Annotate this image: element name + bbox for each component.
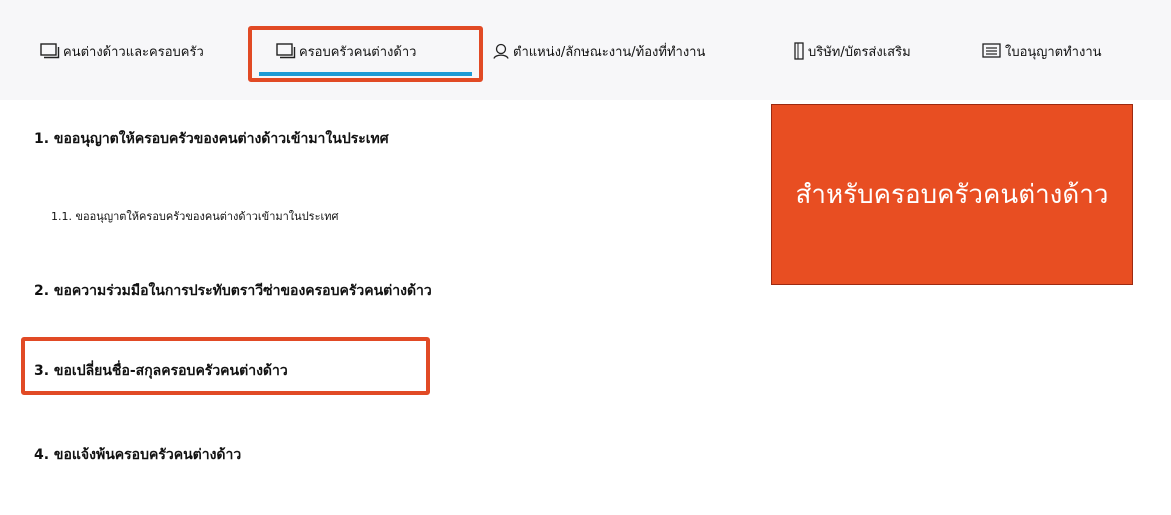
tab-label: ใบอนุญาตทำงาน	[1005, 44, 1102, 60]
documents-icon	[40, 43, 60, 59]
tab-label: คนต่างด้าวและครอบครัว	[63, 44, 204, 60]
list-icon	[982, 43, 1002, 59]
submenu-item-family-entry-permit[interactable]: 1.1. ขออนุญาตให้ครอบครัวของคนต่างด้าวเข้…	[51, 207, 338, 225]
callout-box: สำหรับครอบครัวคนต่างด้าว	[771, 104, 1133, 285]
tab-position-job-location[interactable]: ตำแหน่ง/ลักษณะงาน/ท้องที่ทำงาน	[492, 38, 705, 64]
tab-label: ตำแหน่ง/ลักษณะงาน/ท้องที่ทำงาน	[513, 44, 706, 60]
tab-company-promotion-card[interactable]: บริษัท/บัตรส่งเสริม	[793, 38, 911, 64]
card-icon	[793, 42, 805, 60]
tab-label: บริษัท/บัตรส่งเสริม	[808, 44, 911, 60]
callout-text: สำหรับครอบครัวคนต่างด้าว	[795, 179, 1109, 210]
tab-foreigners-and-family[interactable]: คนต่างด้าวและครอบครัว	[40, 38, 204, 64]
tab-bar: คนต่างด้าวและครอบครัว ครอบครัวคนต่างด้าว…	[0, 0, 1171, 100]
menu-item-highlight-frame	[21, 337, 430, 395]
menu-item-family-entry-permit[interactable]: 1. ขออนุญาตให้ครอบครัวของคนต่างด้าวเข้าม…	[34, 128, 389, 150]
tab-highlight-frame	[248, 26, 483, 82]
tab-work-permit[interactable]: ใบอนุญาตทำงาน	[982, 38, 1102, 64]
menu-item-visa-stamp-cooperation[interactable]: 2. ขอความร่วมมือในการประทับตราวีซ่าของคร…	[34, 280, 432, 302]
person-icon	[492, 42, 510, 60]
menu-item-family-termination[interactable]: 4. ขอแจ้งพ้นครอบครัวคนต่างด้าว	[34, 444, 241, 466]
